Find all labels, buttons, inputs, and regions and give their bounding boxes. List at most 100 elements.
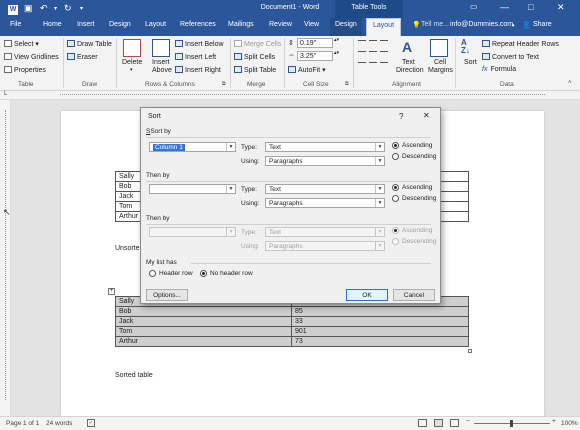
sort-button[interactable]: Sort — [464, 59, 477, 66]
cell-size-launcher-icon[interactable]: ⧉ — [345, 81, 349, 87]
merge-cells-button[interactable]: Merge Cells — [234, 40, 281, 48]
account-dropdown-icon[interactable]: ▾ — [512, 23, 515, 29]
ascending-radio-3[interactable] — [392, 227, 399, 234]
undo-icon[interactable]: ↶ — [40, 3, 48, 14]
share-button[interactable]: Share — [533, 21, 552, 28]
sort-by-select[interactable]: Column 1 ▼ — [149, 142, 236, 152]
save-icon[interactable]: ▣ — [24, 3, 33, 14]
options-button[interactable]: Options... — [146, 289, 188, 301]
type-select-1[interactable]: Text ▼ — [265, 142, 385, 152]
close-button[interactable]: ✕ — [557, 2, 565, 13]
tab-design[interactable]: Design — [109, 21, 131, 28]
row-height-input[interactable]: 0.19" — [297, 38, 333, 48]
tab-mailings[interactable]: Mailings — [228, 21, 254, 28]
convert-to-text-button[interactable]: Convert to Text — [482, 53, 539, 61]
view-gridlines-button[interactable]: View Gridlines — [4, 53, 59, 61]
col-width-spinner-icon[interactable]: ▴▾ — [334, 50, 339, 56]
page-count[interactable]: Page 1 of 1 — [6, 420, 39, 427]
minimize-button[interactable]: — — [500, 2, 509, 12]
print-layout-icon[interactable] — [434, 419, 443, 427]
properties-button[interactable]: Properties — [4, 66, 46, 74]
align-top-right-icon[interactable] — [380, 40, 388, 47]
align-bottom-center-icon[interactable] — [369, 62, 377, 69]
col-width-input[interactable]: 3.25" — [297, 51, 333, 61]
table-cell[interactable]: Bob — [115, 306, 292, 317]
using-select-1[interactable]: Paragraphs ▼ — [265, 156, 385, 166]
header-row-radio[interactable] — [149, 270, 156, 277]
delete-button[interactable]: Delete — [122, 59, 142, 66]
ascending-radio-1[interactable] — [392, 142, 399, 149]
table-cell[interactable]: Tom — [115, 326, 292, 337]
descending-radio-1[interactable] — [392, 153, 399, 160]
zoom-out-icon[interactable]: − — [466, 418, 470, 425]
maximize-button[interactable]: □ — [528, 2, 533, 12]
redo-icon[interactable]: ↻ — [64, 3, 72, 14]
undo-dropdown-icon[interactable]: ▾ — [54, 5, 57, 12]
then-by-select-1[interactable]: ▼ — [149, 184, 236, 194]
table-cell[interactable]: 73 — [291, 336, 469, 347]
zoom-slider-thumb[interactable] — [510, 420, 513, 427]
then-by-select-2[interactable]: ▼ — [149, 227, 236, 237]
cell-margins-button-line1[interactable]: Cell — [434, 59, 446, 66]
split-cells-button[interactable]: Split Cells — [234, 53, 275, 61]
zoom-in-icon[interactable]: + — [552, 418, 556, 425]
table-cell[interactable]: Sally — [114, 171, 143, 182]
tell-me-box[interactable]: Tell me... — [421, 21, 449, 28]
header-row-label[interactable]: Header row — [159, 270, 193, 277]
share-icon[interactable]: 👤 — [522, 21, 531, 29]
table-cell[interactable]: Jack — [114, 191, 143, 202]
tab-selector-icon[interactable]: L — [4, 91, 7, 97]
ok-button[interactable]: OK — [346, 289, 388, 301]
type-select-3[interactable]: Text ▼ — [265, 227, 385, 237]
table-resize-handle-icon[interactable] — [468, 349, 472, 353]
no-header-row-label[interactable]: No header row — [210, 270, 253, 277]
tab-table-design[interactable]: Design — [330, 18, 362, 36]
descending-radio-2[interactable] — [392, 195, 399, 202]
insert-below-button[interactable]: Insert Below — [175, 40, 224, 48]
table-cell[interactable]: 33 — [291, 316, 469, 327]
formula-button[interactable]: fx Formula — [482, 66, 516, 73]
tab-table-layout[interactable]: Layout — [366, 18, 402, 36]
zoom-level[interactable]: 100% — [561, 420, 578, 427]
account-name[interactable]: info@Dummies.com — [450, 21, 513, 28]
repeat-header-rows-button[interactable]: Repeat Header Rows — [482, 40, 559, 48]
table-cell[interactable]: Arthur — [114, 211, 143, 222]
tell-me-icon[interactable]: 💡 — [412, 21, 421, 29]
ascending-label-1[interactable]: Ascending — [402, 142, 432, 149]
type-select-2[interactable]: Text ▼ — [265, 184, 385, 194]
insert-right-button[interactable]: Insert Right — [175, 66, 221, 74]
proofing-icon[interactable]: ✓ — [87, 419, 95, 427]
draw-table-button[interactable]: Draw Table — [67, 40, 112, 48]
descending-radio-3[interactable] — [392, 238, 399, 245]
table-cell[interactable]: Tom — [114, 201, 143, 212]
row-height-spinner-icon[interactable]: ▴▾ — [334, 37, 339, 43]
ribbon-display-icon[interactable]: ▭ — [470, 2, 478, 11]
autofit-button[interactable]: AutoFit ▾ — [288, 66, 326, 74]
insert-left-button[interactable]: Insert Left — [175, 53, 216, 61]
insert-above-button-line2[interactable]: Above — [152, 67, 172, 74]
web-layout-icon[interactable] — [450, 419, 459, 427]
align-bottom-left-icon[interactable] — [358, 62, 366, 69]
qat-customize-icon[interactable]: ▾ — [80, 5, 83, 12]
vertical-ruler[interactable] — [0, 100, 11, 416]
read-mode-icon[interactable] — [418, 419, 427, 427]
using-select-3[interactable]: Paragraphs ▼ — [265, 241, 385, 251]
horizontal-ruler[interactable]: L — [0, 91, 580, 100]
table-cell[interactable]: Bob — [114, 181, 143, 192]
tab-review[interactable]: Review — [269, 21, 292, 28]
no-header-row-radio[interactable] — [200, 270, 207, 277]
tab-references[interactable]: References — [180, 21, 216, 28]
text-direction-button-line2[interactable]: Direction — [396, 67, 424, 74]
ascending-label-3[interactable]: Ascending — [402, 227, 432, 234]
align-middle-left-icon[interactable] — [358, 51, 366, 58]
dialog-close-button[interactable]: ✕ — [423, 111, 430, 120]
align-top-left-icon[interactable] — [358, 40, 366, 47]
select-button[interactable]: Select ▾ — [4, 40, 39, 48]
tab-home[interactable]: Home — [43, 21, 62, 28]
table-move-handle-icon[interactable]: + — [108, 288, 115, 295]
align-middle-center-icon[interactable] — [369, 51, 377, 58]
collapse-ribbon-icon[interactable]: ˄ — [568, 80, 572, 86]
descending-label-1[interactable]: Descending — [402, 153, 436, 160]
descending-label-2[interactable]: Descending — [402, 195, 436, 202]
align-top-center-icon[interactable] — [369, 40, 377, 47]
